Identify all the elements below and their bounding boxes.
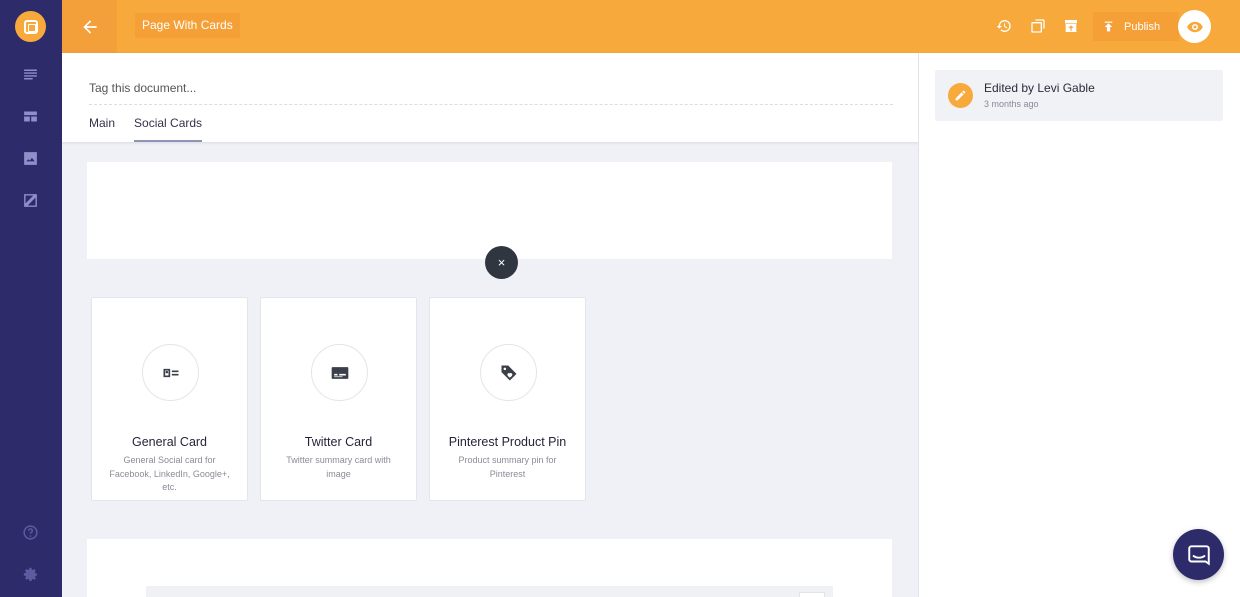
- editor-tabs: Main Social Cards: [89, 113, 221, 142]
- subtitles-icon: [311, 344, 368, 401]
- app-logo[interactable]: [15, 11, 46, 42]
- card-title: Pinterest Product Pin: [448, 435, 567, 449]
- publish-label: Publish: [1124, 20, 1161, 33]
- slice-drop-zone: [87, 162, 892, 259]
- card-title: Twitter Card: [304, 435, 373, 449]
- left-navigation-rail: [0, 0, 62, 597]
- editor-header: Main Social Cards: [62, 53, 918, 142]
- settings-gear-icon[interactable]: [22, 566, 39, 583]
- slice-field-control[interactable]: [799, 592, 825, 597]
- card-pinterest[interactable]: Pinterest Product Pin Product summary pi…: [429, 297, 586, 501]
- card-twitter[interactable]: Twitter Card Twitter summary card with i…: [260, 297, 417, 501]
- card-description: Twitter summary card with image: [286, 455, 391, 479]
- tab-main[interactable]: Main: [89, 113, 115, 142]
- preview-eye-icon[interactable]: [1178, 10, 1211, 43]
- archive-icon[interactable]: [1062, 17, 1080, 35]
- tag-input[interactable]: [89, 71, 893, 105]
- publish-button[interactable]: Publish: [1093, 12, 1179, 41]
- edit-history-entry[interactable]: Edited by Levi Gable 3 months ago: [935, 70, 1223, 121]
- help-icon[interactable]: [22, 524, 39, 541]
- media-library-icon[interactable]: [22, 150, 39, 167]
- history-icon[interactable]: [995, 17, 1013, 35]
- slice-field[interactable]: [146, 586, 833, 597]
- price-tag-icon: [480, 344, 537, 401]
- top-toolbar: Page With Cards Publish: [62, 0, 1240, 53]
- id-card-icon: [142, 344, 199, 401]
- edited-by-label: Edited by Levi Gable: [984, 81, 1095, 95]
- upload-arrow-icon: [1104, 21, 1113, 32]
- back-arrow-icon[interactable]: [62, 0, 117, 53]
- card-general[interactable]: General Card General Social card for Fac…: [91, 297, 248, 501]
- duplicate-icon[interactable]: [1029, 17, 1047, 35]
- chat-launcher-button[interactable]: [1173, 529, 1224, 580]
- documents-icon[interactable]: [22, 66, 39, 83]
- custom-types-icon[interactable]: [22, 108, 39, 125]
- close-slice-picker-button[interactable]: ×: [485, 246, 518, 279]
- chat-icon: [1187, 544, 1210, 565]
- card-description: General Social card for Facebook, Linked…: [109, 455, 230, 492]
- tab-social-cards[interactable]: Social Cards: [134, 113, 203, 142]
- card-description: Product summary pin for Pinterest: [458, 455, 557, 479]
- edited-time: 3 months ago: [984, 99, 1039, 109]
- slice-block: [87, 539, 892, 597]
- document-title[interactable]: Page With Cards: [135, 13, 240, 38]
- card-title: General Card: [131, 435, 208, 449]
- pencil-icon: [948, 83, 973, 108]
- slices-icon[interactable]: [22, 192, 39, 209]
- history-panel: Edited by Levi Gable 3 months ago: [919, 53, 1240, 597]
